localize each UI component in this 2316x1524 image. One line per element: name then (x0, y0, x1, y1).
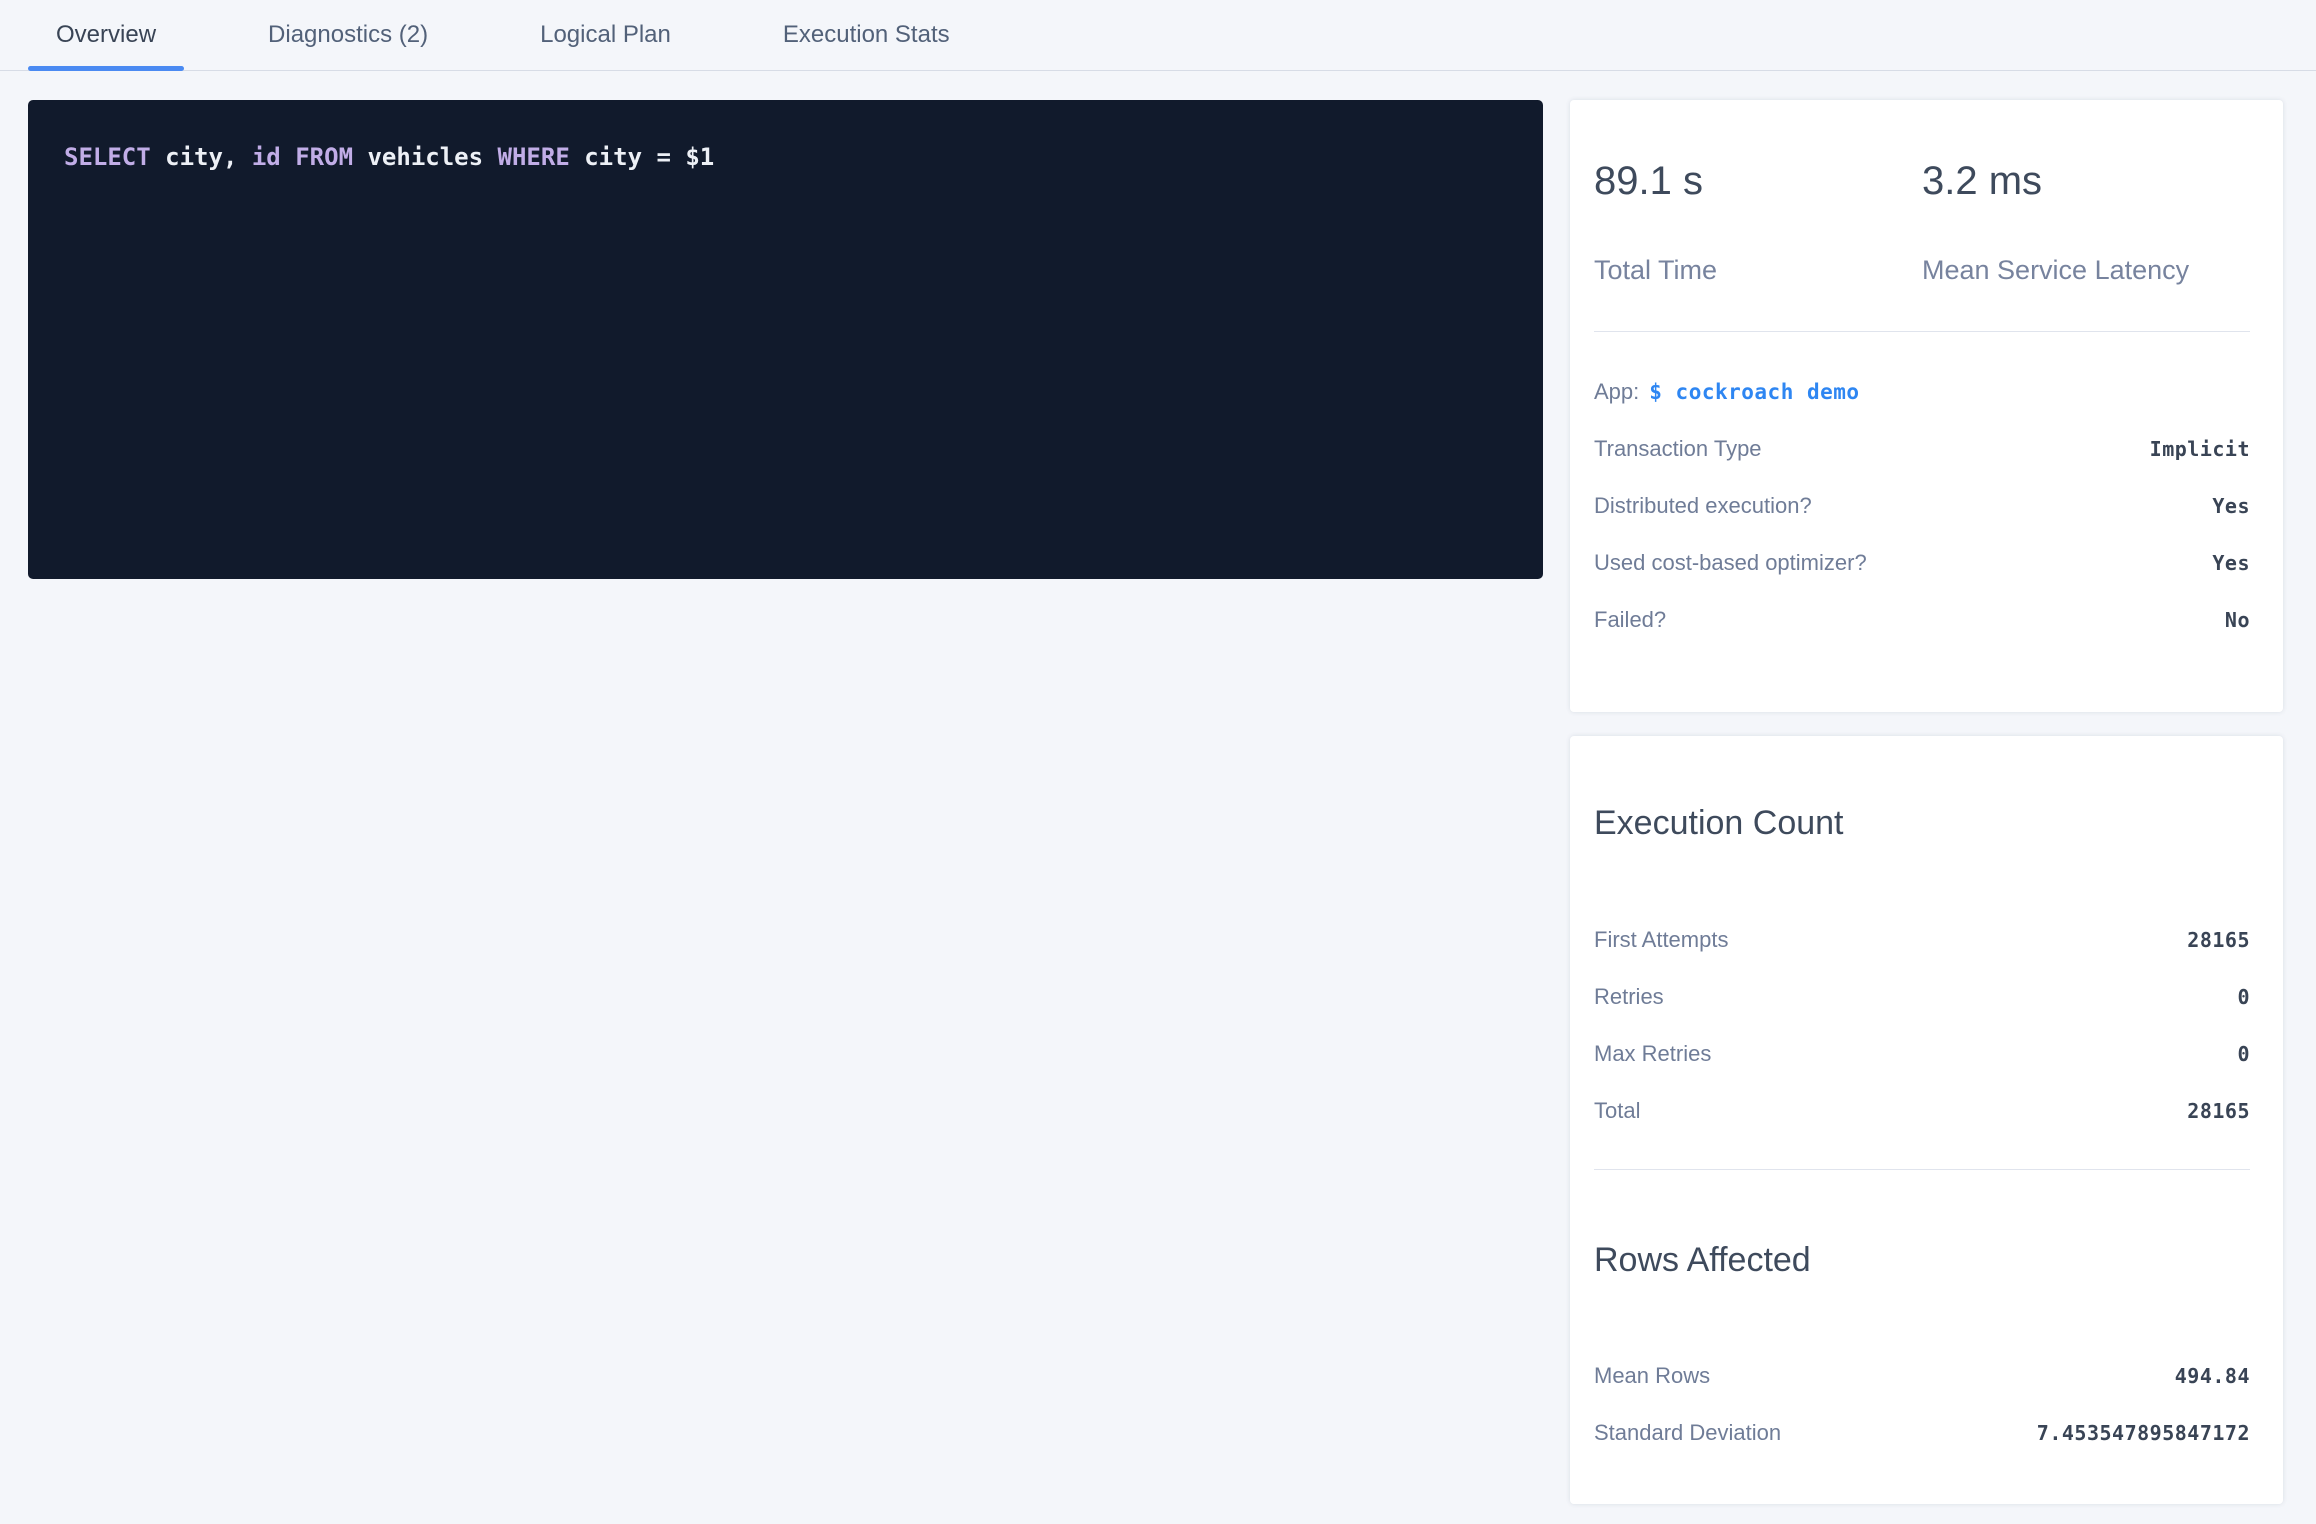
table-row: Total 28165 (1594, 1082, 2250, 1139)
standard-deviation-row: Standard Deviation 7.453547895847172 (1594, 1404, 2250, 1461)
summary-divider (1594, 331, 2250, 332)
execution-count-rows: First Attempts 28165 Retries 0 Max Retri… (1594, 911, 2250, 1139)
cost-based-optimizer-value: Yes (2212, 551, 2250, 575)
execution-count-title: Execution Count (1594, 806, 2250, 840)
metric-mean-service-latency: 3.2 ms Mean Service Latency (1922, 161, 2250, 284)
tab-execution-stats[interactable]: Execution Stats (755, 0, 978, 70)
total-time-value: 89.1 s (1594, 161, 1922, 201)
max-retries-label: Max Retries (1594, 1041, 1711, 1067)
app-row: App:$ cockroach demo (1594, 363, 2250, 420)
sql-token (281, 143, 295, 171)
sql-token: WHERE (498, 143, 570, 171)
summary-card: 89.1 s Total Time 3.2 ms Mean Service La… (1570, 100, 2283, 712)
sql-token: FROM (295, 143, 353, 171)
tab-diagnostics[interactable]: Diagnostics (2) (240, 0, 456, 70)
retries-value: 0 (2237, 985, 2250, 1009)
tab-overview[interactable]: Overview (28, 0, 184, 70)
standard-deviation-label: Standard Deviation (1594, 1420, 1781, 1446)
retries-label: Retries (1594, 984, 1664, 1010)
failed-label: Failed? (1594, 607, 1666, 633)
table-row: Used cost-based optimizer? Yes (1594, 534, 2250, 591)
failed-value: No (2225, 608, 2250, 632)
metric-total-time: 89.1 s Total Time (1594, 161, 1922, 284)
tab-logical-plan[interactable]: Logical Plan (512, 0, 699, 70)
app-link[interactable]: $ cockroach demo (1649, 380, 1859, 404)
mean-rows-label: Mean Rows (1594, 1363, 1710, 1389)
mean-service-latency-value: 3.2 ms (1922, 161, 2250, 201)
transaction-type-value: Implicit (2150, 437, 2250, 461)
distributed-execution-label: Distributed execution? (1594, 493, 1812, 519)
table-row: Distributed execution? Yes (1594, 477, 2250, 534)
tab-bar: Overview Diagnostics (2) Logical Plan Ex… (0, 0, 2316, 71)
rows-affected-rows: Mean Rows 494.84 Standard Deviation 7.45… (1594, 1347, 2250, 1461)
total-label: Total (1594, 1098, 1640, 1124)
table-row: Mean Rows 494.84 (1594, 1347, 2250, 1404)
first-attempts-value: 28165 (2187, 928, 2250, 952)
execution-card: Execution Count First Attempts 28165 Ret… (1570, 736, 2283, 1504)
distributed-execution-value: Yes (2212, 494, 2250, 518)
table-row: Max Retries 0 (1594, 1025, 2250, 1082)
total-time-label: Total Time (1594, 257, 1922, 284)
sql-token: city = $1 (570, 143, 715, 171)
sql-token: SELECT (64, 143, 151, 171)
standard-deviation-value: 7.453547895847172 (2037, 1421, 2250, 1445)
sql-token: id (252, 143, 281, 171)
rows-affected-title: Rows Affected (1594, 1243, 2250, 1277)
overview-content: SELECT city, id FROM vehicles WHERE city… (0, 71, 2316, 1504)
sql-token: vehicles (353, 143, 498, 171)
mean-service-latency-label: Mean Service Latency (1922, 257, 2250, 284)
statement-details-sidebar: 89.1 s Total Time 3.2 ms Mean Service La… (1570, 100, 2283, 1504)
table-row: Failed? No (1594, 591, 2250, 648)
table-row: Retries 0 (1594, 968, 2250, 1025)
metrics-row: 89.1 s Total Time 3.2 ms Mean Service La… (1594, 100, 2250, 284)
sql-statement-text: SELECT city, id FROM vehicles WHERE city… (64, 143, 714, 171)
max-retries-value: 0 (2237, 1042, 2250, 1066)
sql-statement-box: SELECT city, id FROM vehicles WHERE city… (28, 100, 1543, 579)
total-value: 28165 (2187, 1099, 2250, 1123)
app-label: App:$ cockroach demo (1594, 379, 1860, 405)
transaction-type-label: Transaction Type (1594, 436, 1762, 462)
first-attempts-label: First Attempts (1594, 927, 1728, 953)
table-row: Transaction Type Implicit (1594, 420, 2250, 477)
summary-rows: App:$ cockroach demo Transaction Type Im… (1594, 363, 2250, 648)
execution-divider (1594, 1169, 2250, 1170)
sql-token: city, (151, 143, 252, 171)
mean-rows-value: 494.84 (2175, 1364, 2250, 1388)
cost-based-optimizer-label: Used cost-based optimizer? (1594, 550, 1867, 576)
table-row: First Attempts 28165 (1594, 911, 2250, 968)
